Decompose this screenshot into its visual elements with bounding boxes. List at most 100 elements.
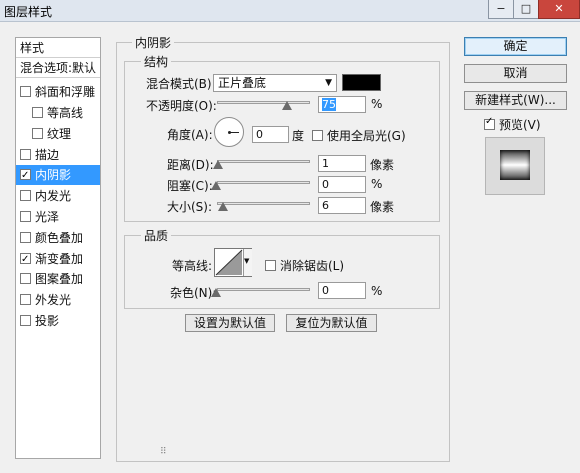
style-item-gradient-overlay[interactable]: 渐变叠加 [16, 249, 100, 270]
outer-glow-checkbox[interactable] [20, 294, 31, 305]
angle-center-dot [228, 131, 231, 134]
style-item-color-overlay[interactable]: 颜色叠加 [16, 228, 100, 248]
stroke-checkbox[interactable] [20, 149, 31, 160]
blend-mode-select[interactable]: 正片叠底 ▼ [213, 74, 337, 92]
distance-label: 距离(D): [167, 158, 214, 172]
opacity-input[interactable]: 75 [318, 96, 366, 113]
inner-glow-checkbox[interactable] [20, 190, 31, 201]
close-button[interactable]: ✕ [538, 0, 580, 19]
cancel-button[interactable]: 取消 [464, 64, 567, 83]
noise-slider-track[interactable] [217, 288, 310, 291]
inner-shadow-checkbox[interactable] [20, 166, 31, 186]
quality-title: 品质 [141, 227, 172, 244]
satin-checkbox[interactable] [20, 211, 31, 222]
style-item-label: 图案叠加 [35, 272, 84, 286]
title-bar[interactable]: 图层样式 − □ ✕ [0, 0, 580, 22]
resize-grip-icon[interactable]: ⠿ [160, 447, 167, 457]
size-slider-thumb[interactable] [218, 202, 228, 211]
choke-label: 阻塞(C): [167, 179, 213, 193]
opacity-slider-track[interactable] [217, 101, 310, 104]
style-item-inner-glow[interactable]: 内发光 [16, 186, 100, 206]
preview-checkbox[interactable] [484, 116, 495, 130]
blend-color-swatch[interactable] [342, 74, 381, 91]
make-default-button[interactable]: 设置为默认值 [185, 314, 275, 332]
distance-unit: 像素 [370, 158, 395, 172]
size-input[interactable]: 6 [318, 197, 366, 214]
distance-slider-track[interactable] [217, 160, 310, 163]
contour-checkbox[interactable] [32, 107, 43, 118]
choke-unit: % [371, 177, 383, 191]
style-item-stroke[interactable]: 描边 [16, 145, 100, 165]
blending-options-item[interactable]: 混合选项:默认 [16, 58, 100, 78]
pattern-overlay-checkbox[interactable] [20, 273, 31, 284]
distance-slider-thumb[interactable] [213, 160, 223, 169]
choke-slider-track[interactable] [217, 181, 310, 184]
opacity-label: 不透明度(O): [146, 99, 217, 113]
choke-input[interactable]: 0 [318, 176, 366, 193]
style-item-texture[interactable]: 纹理 [16, 124, 100, 144]
noise-input[interactable]: 0 [318, 282, 366, 299]
style-item-inner-shadow[interactable]: 内阴影 [16, 165, 100, 186]
style-item-contour[interactable]: 等高线 [16, 103, 100, 123]
style-item-label: 颜色叠加 [35, 231, 84, 245]
size-label: 大小(S): [167, 200, 213, 214]
layer-style-dialog: 图层样式 − □ ✕ 样式 混合选项:默认 斜面和浮雕 等高线 纹理 描边 内阴… [0, 0, 580, 473]
contour-curve-icon [215, 249, 243, 276]
blend-mode-label: 混合模式(B): [146, 77, 216, 91]
contour-dropdown[interactable]: ▼ [243, 249, 252, 276]
styles-header[interactable]: 样式 [16, 38, 100, 58]
style-item-label: 等高线 [47, 106, 84, 120]
distance-input[interactable]: 1 [318, 155, 366, 172]
anti-alias-checkbox[interactable] [265, 260, 276, 271]
global-light-option[interactable]: 使用全局光(G) [312, 127, 406, 144]
ok-button[interactable]: 确定 [464, 37, 567, 56]
reset-default-button[interactable]: 复位为默认值 [286, 314, 377, 332]
gradient-overlay-checkbox[interactable] [20, 250, 31, 270]
style-item-bevel-emboss[interactable]: 斜面和浮雕 [16, 82, 100, 102]
noise-unit: % [371, 284, 383, 298]
style-item-label: 渐变叠加 [35, 252, 84, 266]
opacity-value: 75 [322, 98, 336, 111]
blend-mode-value: 正片叠底 [218, 76, 267, 90]
style-item-label: 光泽 [35, 210, 60, 224]
style-item-label: 斜面和浮雕 [35, 85, 96, 99]
texture-checkbox[interactable] [32, 128, 43, 139]
anti-alias-label: 消除锯齿(L) [280, 259, 345, 273]
size-unit: 像素 [370, 200, 395, 214]
opacity-unit: % [371, 97, 383, 111]
style-item-label: 纹理 [47, 127, 72, 141]
opacity-slider-thumb[interactable] [282, 101, 292, 110]
drop-shadow-checkbox[interactable] [20, 315, 31, 326]
angle-label: 角度(A): [167, 128, 213, 142]
maximize-button[interactable]: □ [513, 0, 539, 19]
contour-picker[interactable]: ▼ [214, 248, 252, 277]
style-item-drop-shadow[interactable]: 投影 [16, 311, 100, 331]
choke-slider-thumb[interactable] [211, 181, 221, 190]
chevron-down-icon: ▼ [325, 78, 332, 88]
angle-unit: 度 [292, 129, 305, 143]
anti-alias-option[interactable]: 消除锯齿(L) [265, 257, 344, 274]
color-overlay-checkbox[interactable] [20, 232, 31, 243]
angle-dial[interactable] [214, 117, 244, 147]
style-item-label: 外发光 [35, 293, 72, 307]
style-item-label: 描边 [35, 148, 60, 162]
angle-input[interactable]: 0 [252, 126, 289, 143]
bevel-emboss-checkbox[interactable] [20, 86, 31, 97]
size-slider-track[interactable] [217, 202, 310, 205]
new-style-button[interactable]: 新建样式(W)... [464, 91, 567, 110]
style-item-satin[interactable]: 光泽 [16, 207, 100, 227]
style-item-label: 投影 [35, 314, 60, 328]
contour-label: 等高线: [172, 259, 213, 273]
preview-option[interactable]: 预览(V) [484, 116, 541, 133]
noise-slider-thumb[interactable] [211, 288, 221, 297]
global-light-label: 使用全局光(G) [327, 129, 406, 143]
structure-title: 结构 [141, 53, 172, 70]
global-light-checkbox[interactable] [312, 130, 323, 141]
preview-swatch [500, 150, 530, 180]
style-item-outer-glow[interactable]: 外发光 [16, 290, 100, 310]
inner-shadow-title: 内阴影 [132, 34, 175, 51]
style-list-panel: 样式 混合选项:默认 斜面和浮雕 等高线 纹理 描边 内阴影 内发光 光泽 颜色… [15, 37, 101, 459]
style-item-pattern-overlay[interactable]: 图案叠加 [16, 269, 100, 289]
minimize-button[interactable]: − [488, 0, 514, 19]
window-title: 图层样式 [4, 5, 53, 19]
